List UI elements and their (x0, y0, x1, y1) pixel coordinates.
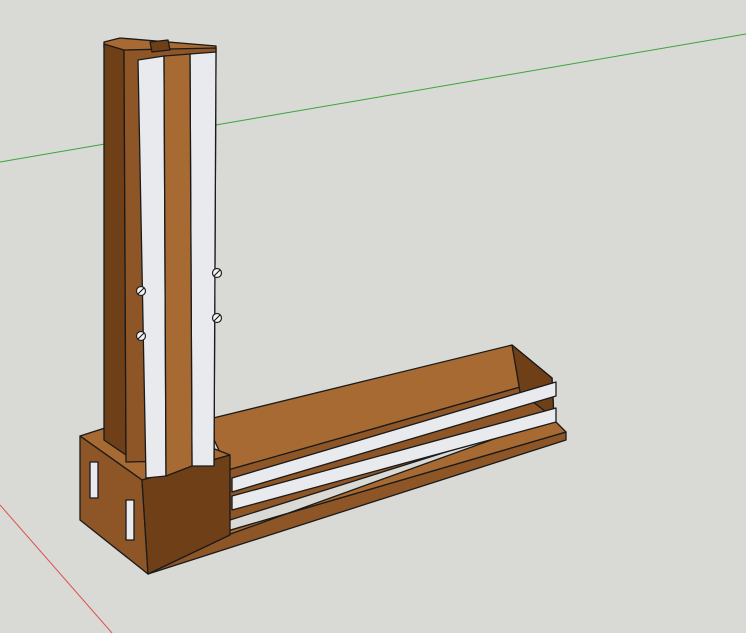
screw[interactable] (211, 267, 223, 279)
jig-model[interactable] (79, 37, 567, 575)
screw[interactable] (135, 285, 147, 297)
post-top-notch (149, 39, 171, 53)
post-back-panel (103, 43, 127, 456)
3d-scene[interactable] (0, 0, 746, 633)
vertical-post[interactable] (103, 37, 217, 479)
post-center-spine (163, 53, 193, 477)
screw[interactable] (135, 330, 147, 342)
post-aluminum-strip-right (189, 51, 217, 467)
corner-box-window-upper (89, 461, 99, 499)
corner-box-window-lower (125, 499, 135, 541)
screw[interactable] (211, 312, 223, 324)
modeling-viewport[interactable] (0, 0, 746, 633)
